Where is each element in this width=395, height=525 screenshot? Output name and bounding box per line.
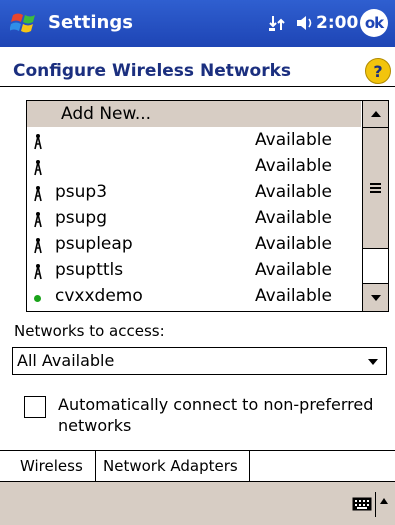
clock[interactable]: 2:00 — [316, 13, 358, 33]
menu-bar — [0, 481, 395, 525]
add-new-row[interactable]: Add New... — [27, 101, 361, 127]
header-divider — [0, 86, 395, 87]
network-name: cvxxdemo — [55, 286, 143, 306]
network-row[interactable]: psupg Available — [27, 205, 361, 231]
network-status: Available — [255, 260, 332, 280]
add-new-label: Add New... — [61, 104, 152, 124]
network-row[interactable]: psup3 Available — [27, 179, 361, 205]
network-status: Available — [255, 286, 332, 306]
tab-wireless[interactable]: Wireless — [12, 451, 96, 481]
sip-divider — [375, 492, 376, 517]
network-status: Available — [255, 182, 332, 202]
antenna-icon — [34, 134, 42, 150]
network-row[interactable]: Available — [27, 153, 361, 179]
page-title: Configure Wireless Networks — [13, 61, 292, 81]
connectivity-icon[interactable] — [267, 13, 287, 33]
antenna-icon — [34, 238, 42, 254]
scroll-thumb[interactable] — [363, 128, 388, 249]
network-name: psupttls — [55, 260, 124, 280]
auto-connect-checkbox[interactable] — [24, 396, 46, 418]
antenna-icon — [34, 212, 42, 228]
tab-network-adapters[interactable]: Network Adapters — [96, 451, 250, 482]
network-status: Available — [255, 234, 332, 254]
network-name: psup3 — [55, 182, 108, 202]
tab-network-adapters-label: Network Adapters — [103, 457, 238, 475]
network-row[interactable]: psupttls Available — [27, 257, 361, 283]
app-title[interactable]: Settings — [48, 12, 133, 33]
volume-icon[interactable] — [293, 13, 317, 33]
networks-to-access-label: Networks to access: — [14, 322, 165, 340]
scroll-down-button[interactable] — [363, 283, 388, 311]
antenna-icon — [34, 264, 42, 280]
keyboard-icon[interactable] — [352, 496, 372, 512]
grip-icon — [370, 183, 381, 195]
network-name: psupg — [55, 208, 108, 228]
network-row[interactable]: Available — [27, 127, 361, 153]
network-status: Available — [255, 156, 332, 176]
windows-start-icon[interactable] — [10, 9, 40, 37]
networks-to-access-select[interactable]: All Available — [12, 347, 387, 375]
network-name: psupleap — [55, 234, 133, 254]
tab-wireless-label: Wireless — [20, 457, 83, 475]
antenna-icon — [34, 160, 42, 176]
ok-button[interactable]: ok — [360, 9, 388, 37]
list-scrollbar[interactable] — [362, 101, 388, 311]
network-list-rows: Add New... Available Available psup3 Ava… — [27, 101, 361, 311]
help-icon[interactable]: ? — [365, 58, 391, 84]
sip-arrow-up-icon[interactable] — [380, 498, 388, 504]
network-list[interactable]: Add New... Available Available psup3 Ava… — [26, 100, 389, 312]
network-status: Available — [255, 130, 332, 150]
arrow-up-icon — [371, 111, 381, 117]
page-header: Configure Wireless Networks ? — [0, 47, 395, 87]
arrow-down-icon — [371, 295, 381, 301]
scroll-up-button[interactable] — [363, 101, 388, 128]
chevron-down-icon — [368, 359, 378, 365]
network-status: Available — [255, 208, 332, 228]
connected-dot-icon — [34, 295, 41, 302]
antenna-icon — [34, 186, 42, 202]
network-row[interactable]: cvxxdemo Available — [27, 283, 361, 309]
auto-connect-label[interactable]: Automatically connect to non-preferred n… — [58, 394, 378, 436]
title-bar: Settings 2:00 ok — [0, 0, 395, 47]
selected-value: All Available — [17, 351, 115, 370]
network-row[interactable]: psupleap Available — [27, 231, 361, 257]
